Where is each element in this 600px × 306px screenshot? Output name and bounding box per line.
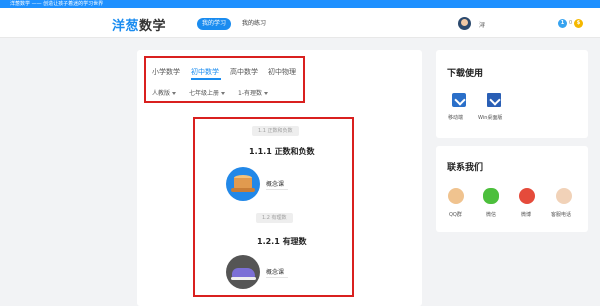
window-title-bar: 洋葱数学 —— 创造让孩子着迷的学习世界 <box>0 0 600 8</box>
contact-title: 联系我们 <box>447 163 484 173</box>
top-header: 洋葱数学 我的学习 我的练习 浔 1 0 $ <box>0 8 600 38</box>
gold-coin-icon[interactable]: $ <box>574 19 583 28</box>
coin-icon-blue[interactable]: 1 <box>558 19 567 28</box>
username[interactable]: 浔 <box>479 20 485 29</box>
download-windows-label[interactable]: Win桌面版 <box>478 114 502 121</box>
contact-wechat-label[interactable]: 微信 <box>486 211 496 218</box>
avatar[interactable] <box>458 17 471 30</box>
brand-accent: 数学 <box>139 19 167 34</box>
wechat-icon[interactable] <box>483 188 499 204</box>
nav-my-practice[interactable]: 我的练习 <box>237 18 271 30</box>
customer-service-icon[interactable] <box>556 188 572 204</box>
contact-phone-label[interactable]: 客服电话 <box>551 211 571 218</box>
sections-highlight-box <box>193 117 354 297</box>
tabs-highlight-box <box>144 56 305 103</box>
qq-icon[interactable] <box>448 188 464 204</box>
weibo-icon[interactable] <box>519 188 535 204</box>
windows-download-icon[interactable] <box>487 93 501 107</box>
download-mobile-label[interactable]: 移动端 <box>448 114 463 121</box>
download-title: 下载使用 <box>447 69 484 79</box>
brand-name: 洋葱 <box>112 19 140 34</box>
nav-my-learning[interactable]: 我的学习 <box>197 18 232 30</box>
brand-logo[interactable]: 洋葱数学 <box>112 15 166 34</box>
contact-qq-label[interactable]: QQ群 <box>449 211 462 218</box>
mobile-download-icon[interactable] <box>452 93 466 107</box>
contact-weibo-label[interactable]: 微博 <box>521 211 531 218</box>
coin-count: 0 <box>569 20 573 26</box>
